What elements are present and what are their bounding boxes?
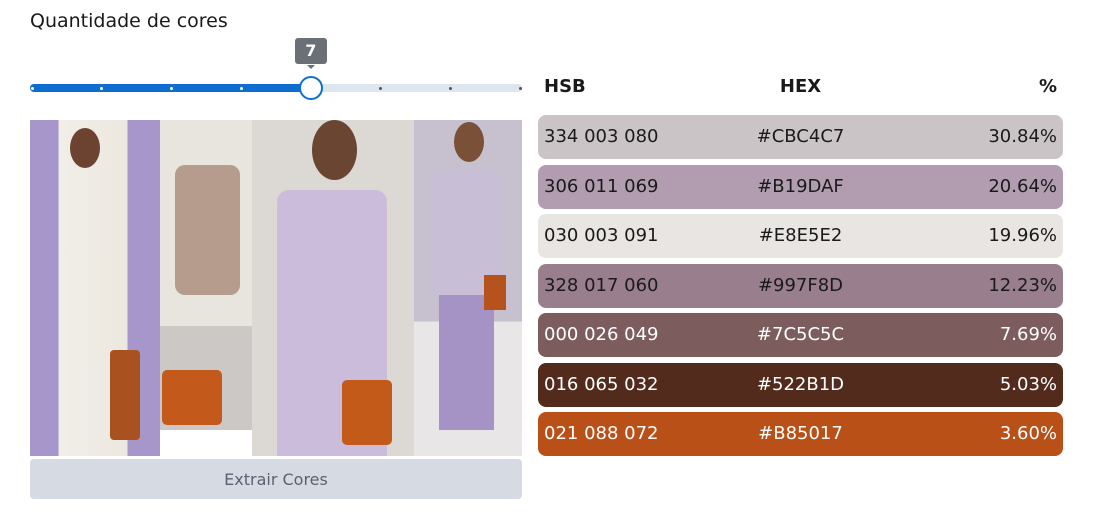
slider-tick [379, 86, 383, 90]
color-row: 016 065 032 #522B1D 5.03% [538, 363, 1063, 407]
slider-tick [518, 86, 522, 90]
color-pct: 5.03% [999, 374, 1057, 395]
color-row: 328 017 060 #997F8D 12.23% [538, 264, 1063, 308]
color-hex: #B19DAF [757, 176, 844, 197]
color-pct: 7.69% [999, 324, 1057, 345]
image-panel-floral-blazer [160, 120, 252, 456]
color-hex: #997F8D [757, 275, 844, 296]
header-hex: HEX [779, 76, 822, 97]
color-pct: 12.23% [988, 275, 1057, 296]
color-hex: #B85017 [758, 423, 843, 444]
color-hex: #7C5C5C [756, 324, 845, 345]
color-row: 021 088 072 #B85017 3.60% [538, 412, 1063, 456]
color-row: 000 026 049 #7C5C5C 7.69% [538, 313, 1063, 357]
slider-value-tooltip: 7 [294, 38, 327, 69]
color-hex: #522B1D [756, 374, 845, 395]
image-panel-floral-jacket [414, 120, 522, 456]
color-pct: 20.64% [988, 176, 1057, 197]
color-row: 334 003 080 #CBC4C7 30.84% [538, 115, 1063, 159]
color-count-label: Quantidade de cores [30, 10, 228, 32]
slider-tick [239, 86, 243, 90]
slider-tick [100, 86, 104, 90]
header-percent: % [1038, 76, 1057, 97]
slider-tick [448, 86, 452, 90]
color-hex: #E8E5E2 [758, 225, 843, 246]
image-panel-lilac-suit [252, 120, 414, 456]
table-header: HSB HEX % [538, 76, 1063, 100]
color-count-slider[interactable]: 7 [30, 38, 522, 100]
slider-tick [169, 86, 173, 90]
color-pct: 3.60% [999, 423, 1057, 444]
color-hex: #CBC4C7 [756, 126, 845, 147]
image-panel-white-suit [30, 120, 160, 456]
slider-tick [30, 86, 34, 90]
color-row: 030 003 091 #E8E5E2 19.96% [538, 214, 1063, 258]
slider-thumb[interactable] [298, 76, 323, 100]
extract-colors-button[interactable]: Extrair Cores [30, 459, 522, 499]
color-pct: 30.84% [988, 126, 1057, 147]
color-pct: 19.96% [988, 225, 1057, 246]
source-image [30, 120, 522, 456]
color-row: 306 011 069 #B19DAF 20.64% [538, 165, 1063, 209]
